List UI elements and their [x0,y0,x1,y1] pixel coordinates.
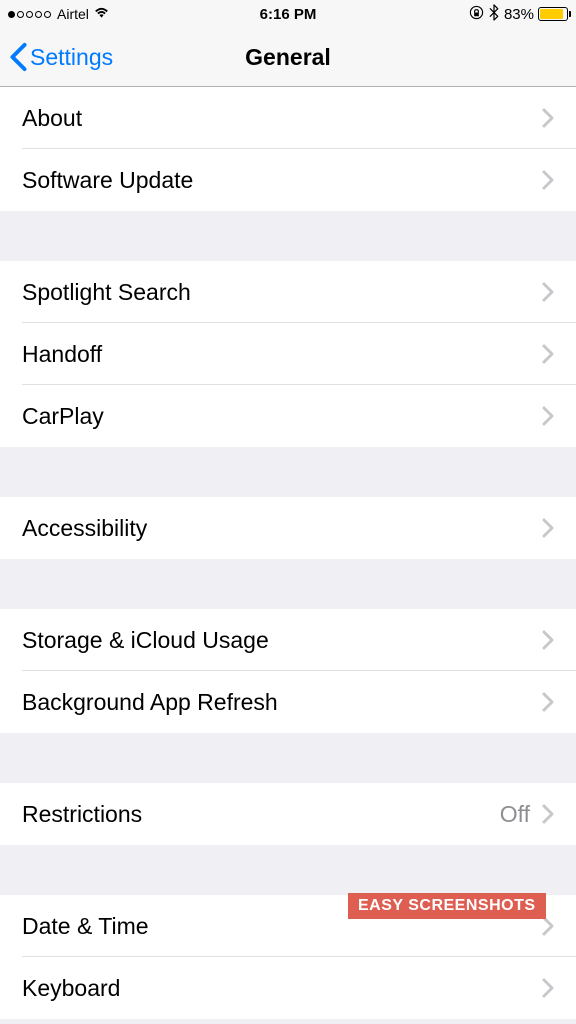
row-accessory [542,630,554,650]
row-value: Off [500,801,530,828]
chevron-right-icon [542,170,554,190]
chevron-right-icon [542,916,554,936]
chevron-right-icon [542,692,554,712]
clock-time: 6:16 PM [260,6,317,23]
chevron-right-icon [542,518,554,538]
battery-percentage: 83% [504,6,534,23]
watermark-badge: EASY SCREENSHOTS [348,893,546,919]
row-accessory [542,692,554,712]
carrier-label: Airtel [57,6,89,22]
settings-group: Restrictions Off [0,783,576,845]
orientation-lock-icon [469,5,484,24]
chevron-right-icon [542,804,554,824]
row-about[interactable]: About [0,87,576,149]
group-spacer [0,733,576,783]
row-accessory [542,344,554,364]
row-label: About [22,105,82,132]
row-label: Software Update [22,167,193,194]
row-accessory [542,978,554,998]
row-accessory [542,282,554,302]
row-spotlight-search[interactable]: Spotlight Search [0,261,576,323]
settings-group: Storage & iCloud Usage Background App Ref… [0,609,576,733]
row-background-app-refresh[interactable]: Background App Refresh [0,671,576,733]
settings-content: About Software Update Spotlight Search Hand… [0,87,576,1024]
back-label: Settings [30,44,113,71]
chevron-right-icon [542,344,554,364]
cellular-signal-icon [8,11,51,18]
navigation-bar: Settings General [0,28,576,87]
row-label: Date & Time [22,913,149,940]
row-accessibility[interactable]: Accessibility [0,497,576,559]
chevron-right-icon [542,108,554,128]
group-spacer [0,845,576,895]
row-label: Storage & iCloud Usage [22,627,269,654]
wifi-icon [93,4,110,25]
row-label: Keyboard [22,975,120,1002]
row-label: Handoff [22,341,102,368]
row-handoff[interactable]: Handoff [0,323,576,385]
chevron-right-icon [542,282,554,302]
group-spacer [0,211,576,261]
bluetooth-icon [488,4,500,25]
back-button[interactable]: Settings [10,42,113,72]
row-restrictions[interactable]: Restrictions Off [0,783,576,845]
chevron-right-icon [542,406,554,426]
row-accessory [542,170,554,190]
settings-group: Accessibility [0,497,576,559]
row-storage-icloud-usage[interactable]: Storage & iCloud Usage [0,609,576,671]
row-software-update[interactable]: Software Update [0,149,576,211]
status-left: Airtel [8,4,110,25]
row-accessory: Off [500,801,554,828]
row-accessory [542,518,554,538]
row-label: Background App Refresh [22,689,278,716]
row-accessory [542,916,554,936]
row-label: Accessibility [22,515,147,542]
row-carplay[interactable]: CarPlay [0,385,576,447]
settings-group: Spotlight Search Handoff CarPlay [0,261,576,447]
row-label: CarPlay [22,403,104,430]
status-bar: Airtel 6:16 PM 83% [0,0,576,28]
status-right: 83% [469,4,568,25]
page-title: General [245,44,331,71]
row-label: Restrictions [22,801,142,828]
chevron-right-icon [542,630,554,650]
chevron-left-icon [10,42,27,72]
battery-icon [538,7,568,21]
row-accessory [542,406,554,426]
group-spacer [0,447,576,497]
row-accessory [542,108,554,128]
row-label: Spotlight Search [22,279,191,306]
row-keyboard[interactable]: Keyboard [0,957,576,1019]
group-spacer [0,559,576,609]
settings-group: About Software Update [0,87,576,211]
chevron-right-icon [542,978,554,998]
